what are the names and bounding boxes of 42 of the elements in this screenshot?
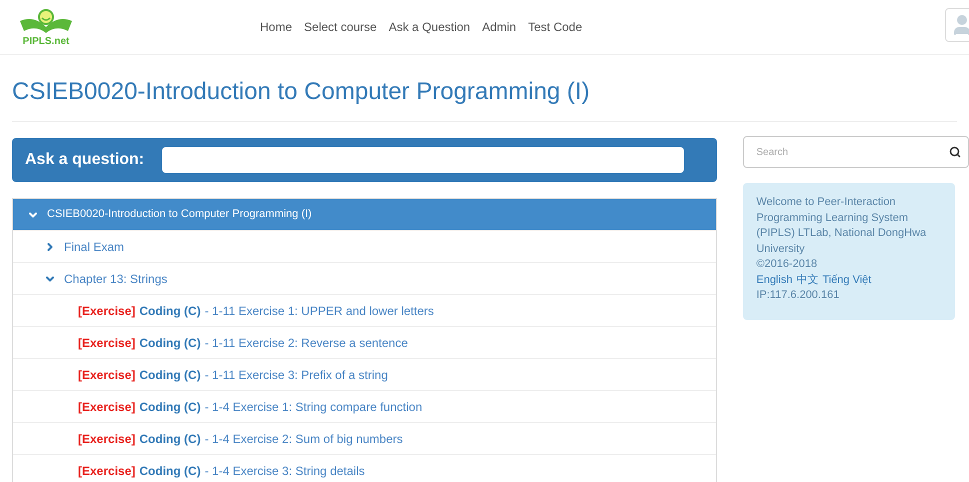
ask-label: Ask a question: [25,150,144,170]
nav-link[interactable]: Select course [304,18,377,36]
exercise-tag: [Exercise] [78,430,136,448]
ip-address: IP:117.6.200.161 [756,288,840,303]
exercise-type: Coding (C) [139,366,201,384]
exercise-link[interactable]: - 1-11 Exercise 1: UPPER and lower letters [204,302,434,320]
exercise-type: Coding (C) [139,302,201,320]
exercise-link[interactable]: - 1-4 Exercise 3: String details [204,462,365,480]
page-title: CSIEB0020-Introduction to Computer Programming (I) [12,77,591,107]
welcome-text: Welcome to Peer-Interaction Programming Learning System (PIPLS) LTLab, National DongHwa University [756,195,928,256]
search-icon[interactable] [949,146,961,158]
course-tree-header[interactable]: CSIEB0020-Introduction to Computer Programming (I) [13,199,716,230]
language-link[interactable]: Tiếng Việt [822,272,872,288]
chapter-row[interactable]: Final Exam [13,230,716,262]
user-avatar[interactable] [945,8,969,42]
exercise-link[interactable]: - 1-4 Exercise 2: Sum of big numbers [204,430,403,448]
exercise-tag: [Exercise] [78,462,136,480]
nav-link[interactable]: Ask a Question [388,18,470,36]
chapter-row[interactable]: Chapter 13: Strings [13,262,716,294]
exercise-tag: [Exercise] [78,334,136,352]
exercise-tag: [Exercise] [78,398,136,416]
course-name: CSIEB0020-Introduction to Computer Programming (I) [47,207,312,222]
exercise-tag: [Exercise] [78,302,136,320]
exercise-link[interactable]: - 1-11 Exercise 3: Prefix of a string [204,366,388,384]
exercise-type: Coding (C) [139,430,201,448]
nav-link[interactable]: Home [260,18,292,36]
search-field[interactable]: Search [743,136,969,168]
chapter-label: Chapter 13: Strings [64,270,168,288]
language-link[interactable]: English [756,272,792,288]
exercise-type: Coding (C) [139,334,201,352]
copyright-text: ©2016-2018 [756,257,818,272]
language-link[interactable]: 中文 [796,272,818,288]
chapter-label: Final Exam [64,238,124,256]
nav-link[interactable]: Test Code [528,18,582,36]
exercise-type: Coding (C) [139,462,201,480]
exercise-link[interactable]: - 1-11 Exercise 2: Reverse a sentence [204,334,408,352]
exercise-type: Coding (C) [139,398,201,416]
logo-text: PIPLS.net [22,37,70,47]
exercise-tag: [Exercise] [78,366,136,384]
exercise-link[interactable]: - 1-4 Exercise 1: String compare function [204,398,422,416]
question-input[interactable] [162,147,684,173]
nav-link[interactable]: Admin [482,18,516,36]
